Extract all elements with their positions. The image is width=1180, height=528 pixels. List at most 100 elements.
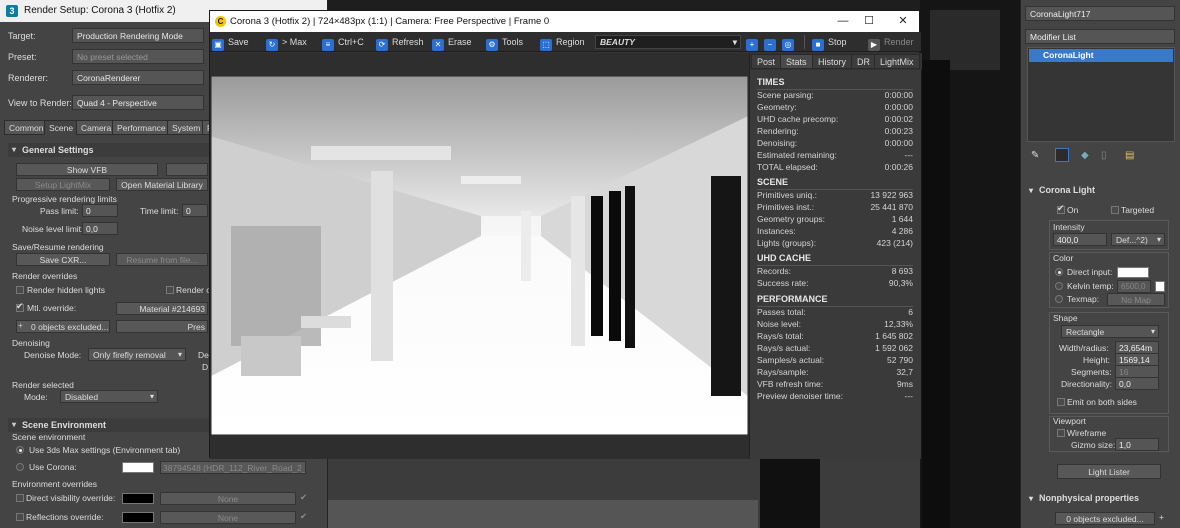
kelvin-color-swatch[interactable]	[1155, 281, 1165, 292]
save-cxr-button[interactable]: Save CXR...	[16, 253, 110, 266]
tab-lightmix[interactable]: LightMix	[874, 54, 920, 69]
direct-input-radio[interactable]	[1055, 268, 1063, 276]
render-channel-dropdown[interactable]: BEAUTY	[595, 35, 741, 49]
tab-stats[interactable]: Stats	[780, 54, 813, 69]
light-on-checkbox[interactable]	[1057, 203, 1065, 214]
stat-value: 52 790	[887, 355, 913, 365]
show-end-result-icon[interactable]	[1055, 148, 1069, 162]
render-button-partial[interactable]	[166, 163, 208, 176]
reflections-color-swatch[interactable]	[122, 512, 154, 523]
save-button[interactable]: ▣ Save	[212, 35, 249, 51]
mtl-override-material-button[interactable]: Material #214693	[116, 302, 208, 315]
reflections-map-button[interactable]: None	[160, 511, 296, 524]
kelvin-temp-radio[interactable]	[1055, 282, 1063, 290]
tab-system[interactable]: System	[167, 120, 206, 135]
nonphysical-rollout[interactable]: Nonphysical properties	[1025, 492, 1177, 505]
reflections-override-checkbox[interactable]	[16, 513, 24, 521]
render-o-checkbox[interactable]	[166, 286, 174, 294]
direct-visibility-map-button[interactable]: None	[160, 492, 296, 505]
intensity-spinner[interactable]: 400,0	[1053, 233, 1107, 246]
rendered-image[interactable]	[211, 76, 748, 435]
direct-visibility-checkbox[interactable]	[16, 494, 24, 502]
no-map-button[interactable]: No Map	[1107, 293, 1165, 306]
denoise-mode-dropdown[interactable]: Only firefly removal	[88, 348, 186, 361]
tools-label: Tools	[502, 37, 524, 47]
zoom-fit-icon: ◎	[782, 39, 794, 51]
emit-both-sides-label: Emit on both sides	[1067, 397, 1137, 407]
tab-camera[interactable]: Camera	[76, 120, 117, 135]
stat-value: 0:00:02	[884, 114, 913, 124]
render-area[interactable]	[210, 53, 749, 459]
times-heading: TIMES	[757, 77, 785, 87]
light-lister-button[interactable]: Light Lister	[1057, 464, 1161, 479]
denoising-label: Denoising	[12, 338, 50, 348]
region-label: Region	[556, 37, 585, 47]
close-icon[interactable]: ✕	[888, 11, 918, 32]
renderer-dropdown[interactable]: CoronaRenderer	[72, 70, 204, 85]
remove-modifier-icon[interactable]: ▯	[1101, 150, 1107, 161]
open-material-library-button[interactable]: Open Material Library	[116, 178, 208, 191]
render-button[interactable]: ▶ Render	[868, 35, 914, 51]
pass-limit-spinner[interactable]: 0	[82, 204, 118, 217]
erase-button[interactable]: ✕ Erase	[432, 35, 472, 51]
emit-both-sides-checkbox[interactable]	[1057, 398, 1065, 406]
tab-history[interactable]: History	[812, 54, 853, 69]
environment-color-swatch[interactable]	[122, 462, 154, 473]
render-hidden-lights-checkbox[interactable]	[16, 286, 24, 294]
noise-limit-spinner[interactable]: 0,0	[82, 222, 118, 235]
texmap-radio[interactable]	[1055, 295, 1063, 303]
tab-dr[interactable]: DR	[851, 54, 876, 69]
stop-button[interactable]: ■ Stop	[812, 35, 847, 51]
intensity-unit-dropdown[interactable]: Def...^2)	[1111, 233, 1165, 246]
configure-sets-icon[interactable]: ▤	[1125, 150, 1134, 161]
object-name-field[interactable]: CoronaLight717	[1025, 6, 1175, 21]
time-limit-spinner[interactable]: 0	[182, 204, 208, 217]
direct-visibility-color-swatch[interactable]	[122, 493, 154, 504]
tab-common[interactable]: Common	[4, 120, 49, 135]
light-color-swatch[interactable]	[1117, 267, 1149, 278]
zoom-out-button[interactable]: −	[764, 35, 780, 51]
region-button[interactable]: ⬚ Region	[540, 35, 585, 51]
stack-item-coronalight[interactable]: CoronaLight	[1029, 49, 1173, 62]
preset-dropdown[interactable]: No preset selected	[72, 49, 204, 64]
targeted-checkbox[interactable]	[1111, 206, 1119, 214]
tab-post[interactable]: Post	[751, 54, 782, 69]
refresh-button[interactable]: ⟳ Refresh	[376, 35, 424, 51]
zoom-fit-button[interactable]: ◎	[782, 35, 798, 51]
hdr-map-button[interactable]: 38794548 (HDR_112_River_Road_2_E	[160, 461, 306, 474]
use-3dsmax-radio[interactable]	[16, 446, 24, 454]
show-vfb-button[interactable]: Show VFB	[16, 163, 158, 176]
vfb-titlebar[interactable]: C Corona 3 (Hotfix 2) | 724×483px (1:1) …	[210, 11, 919, 32]
stat-key: Records:	[757, 266, 792, 276]
mtl-override-checkbox[interactable]	[16, 301, 24, 312]
use-corona-radio[interactable]	[16, 463, 24, 471]
wireframe-checkbox[interactable]	[1057, 429, 1065, 437]
plus-icon[interactable]: +	[1159, 512, 1164, 522]
send-to-max-button[interactable]: ↻ > Max	[266, 35, 307, 51]
copy-button[interactable]: ≡ Ctrl+C	[322, 35, 364, 51]
directionality-spinner[interactable]: 0,0	[1115, 377, 1159, 390]
view-to-render-dropdown[interactable]: Quad 4 - Perspective	[72, 95, 204, 110]
tab-scene[interactable]: Scene	[44, 120, 79, 135]
stat-key: Rendering:	[757, 126, 799, 136]
render-selected-mode-dropdown[interactable]: Disabled	[60, 390, 158, 403]
gizmo-size-spinner[interactable]: 1,0	[1115, 438, 1159, 451]
modifier-list-dropdown[interactable]: Modifier List	[1025, 29, 1175, 44]
modifier-stack[interactable]: CoronaLight	[1027, 47, 1175, 142]
tools-button[interactable]: ⚙ Tools	[486, 35, 524, 51]
corona-light-rollout[interactable]: Corona Light	[1025, 184, 1177, 197]
objects-excluded-button[interactable]: 0 objects excluded...	[16, 320, 110, 333]
maximize-icon[interactable]: ☐	[854, 11, 884, 32]
shape-dropdown[interactable]: Rectangle	[1061, 325, 1159, 338]
setup-lightmix-button[interactable]: Setup LightMix	[16, 178, 110, 191]
target-dropdown[interactable]: Production Rendering Mode	[72, 28, 204, 43]
stat-row: Success rate: 90,3%	[757, 278, 913, 289]
pres-button[interactable]: Pres	[116, 320, 208, 333]
tab-performance[interactable]: Performance	[112, 120, 171, 135]
pin-stack-icon[interactable]: ✎	[1031, 150, 1039, 161]
make-unique-icon[interactable]: ◆	[1081, 150, 1089, 161]
zoom-in-button[interactable]: +	[746, 35, 762, 51]
kelvin-temp-spinner[interactable]: 6500,0	[1117, 280, 1151, 293]
resume-from-file-button[interactable]: Resume from file...	[116, 253, 208, 266]
nonphysical-objects-excluded-button[interactable]: 0 objects excluded...	[1055, 512, 1155, 525]
